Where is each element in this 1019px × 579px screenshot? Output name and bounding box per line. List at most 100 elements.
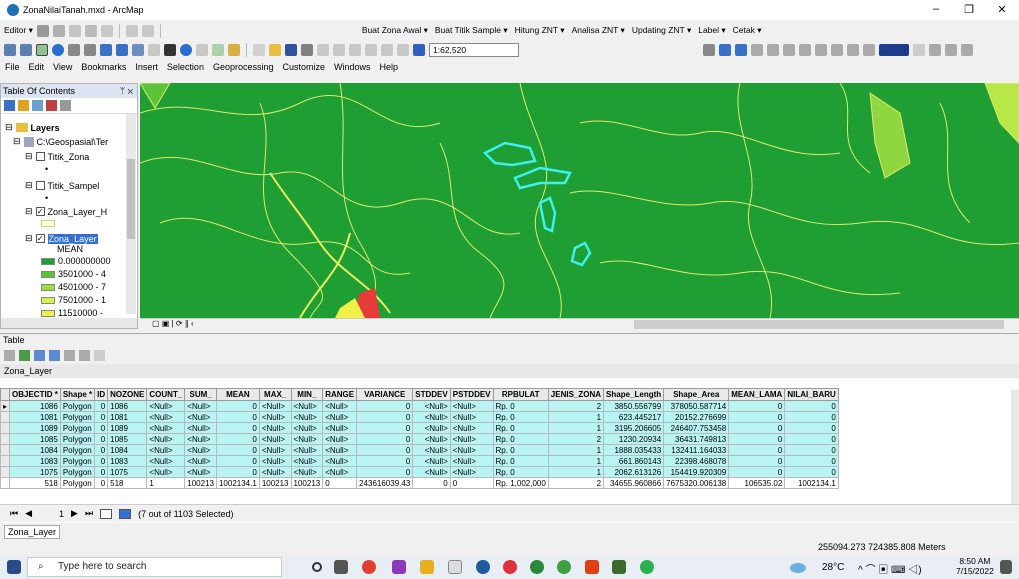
toc-layer-titik-zona[interactable]: ⊟ Titik_Zona <box>25 151 89 162</box>
table-cell[interactable]: <Null> <box>449 444 494 456</box>
table-cell[interactable]: 1084 <box>107 444 148 456</box>
column-header[interactable]: PSTDDEV <box>449 388 494 401</box>
rotate-tool-icon[interactable] <box>100 24 113 37</box>
collapse-icon[interactable]: ⊟ <box>25 151 33 162</box>
color-dropdown-icon[interactable] <box>913 43 925 56</box>
table-cell[interactable]: 0 <box>215 455 260 467</box>
table-cell[interactable]: 0 <box>215 400 260 412</box>
catalog-icon[interactable] <box>751 43 763 56</box>
scrollbar-thumb[interactable] <box>127 159 135 239</box>
fill-color-icon[interactable] <box>879 43 909 56</box>
table-cell[interactable]: Polygon <box>59 466 96 478</box>
table-cell[interactable]: <Null> <box>146 466 186 478</box>
undo-icon[interactable] <box>381 43 393 56</box>
split-tool-icon[interactable] <box>84 24 97 37</box>
toc-layers[interactable]: ⊟ Layers <box>5 122 60 133</box>
toc-vertical-scrollbar[interactable] <box>126 114 136 314</box>
table-cell[interactable]: 661.860143 <box>603 455 665 467</box>
file-explorer-icon[interactable] <box>420 560 434 574</box>
table-cell[interactable]: Rp. 0 <box>492 433 549 445</box>
table-vertical-scrollbar[interactable] <box>1011 390 1019 505</box>
save-icon[interactable] <box>285 43 297 56</box>
row-selector[interactable]: ▸ <box>0 400 11 412</box>
table-cell[interactable]: 1089 <box>9 422 61 434</box>
table-cell[interactable]: 0 <box>784 466 839 478</box>
table-cell[interactable]: <Null> <box>184 411 217 423</box>
column-header[interactable]: Shape_Length <box>603 388 665 401</box>
table-cell[interactable]: 1230.20934 <box>603 433 665 445</box>
close-button[interactable]: ✕ <box>992 3 1012 16</box>
table-cell[interactable]: 0 <box>728 422 786 434</box>
copy-icon[interactable] <box>333 43 345 56</box>
editor-menu[interactable]: Editor ▾ <box>4 25 33 36</box>
column-header[interactable]: SUM_ <box>184 388 217 401</box>
zoom-in-icon[interactable] <box>4 43 16 56</box>
table-cell[interactable]: 0 <box>356 400 414 412</box>
table-cell[interactable]: 2062.613126 <box>603 466 665 478</box>
table-cell[interactable]: Rp. 0 <box>492 466 549 478</box>
table-cell[interactable]: 1089 <box>107 422 148 434</box>
toc-horizontal-scrollbar[interactable] <box>1 318 137 328</box>
search-window-icon[interactable] <box>767 43 779 56</box>
table-cell[interactable]: 0 <box>784 411 839 423</box>
table-cell[interactable]: 22398.468078 <box>663 455 730 467</box>
measure-icon[interactable] <box>212 43 224 56</box>
table-cell[interactable]: 1075 <box>107 466 148 478</box>
cortana-icon[interactable] <box>312 562 322 572</box>
clock[interactable]: 8:50 AM 7/15/2022 <box>956 556 994 576</box>
table-cell[interactable]: <Null> <box>412 466 451 478</box>
fixed-zoom-in-icon[interactable] <box>68 43 80 56</box>
table-cell[interactable]: <Null> <box>146 411 186 423</box>
table-tab[interactable]: Zona_Layer <box>4 525 61 539</box>
layer-checkbox[interactable] <box>35 152 45 161</box>
editor-toolbar-icon[interactable] <box>719 43 731 56</box>
row-selector[interactable] <box>0 444 11 456</box>
table-cell[interactable]: Polygon <box>59 411 96 423</box>
trace-tool-icon[interactable] <box>68 24 81 37</box>
column-header[interactable]: OBJECTID * <box>9 388 61 401</box>
table-cell[interactable]: 1084 <box>9 444 61 456</box>
table-cell[interactable]: <Null> <box>184 466 217 478</box>
collapse-icon[interactable]: ⊟ <box>5 122 13 133</box>
hitung-znt-menu[interactable]: Hitung ZNT ▾ <box>515 25 565 36</box>
toc-layer-zona-layer-h[interactable]: ⊟ ✓ Zona_Layer_H <box>25 206 107 217</box>
attributes-icon[interactable] <box>125 24 138 37</box>
task-view-icon[interactable] <box>334 560 348 574</box>
table-cell[interactable]: <Null> <box>184 444 217 456</box>
table-cell[interactable]: Polygon <box>59 477 96 489</box>
collapse-icon[interactable]: ⊟ <box>25 233 33 244</box>
find-icon[interactable] <box>196 43 208 56</box>
options-icon[interactable] <box>60 100 71 111</box>
sketch-properties-icon[interactable] <box>141 24 154 37</box>
table-cell[interactable]: 0 <box>356 455 414 467</box>
table-cell[interactable]: Rp. 0 <box>492 411 549 423</box>
table-cell[interactable]: 0 <box>784 400 839 412</box>
table-cell[interactable]: <Null> <box>412 422 451 434</box>
windows-start-icon[interactable] <box>7 560 21 574</box>
table-cell[interactable]: 0 <box>94 444 109 456</box>
table-cell[interactable]: 0 <box>356 466 414 478</box>
column-header[interactable]: Shape_Area <box>663 388 730 401</box>
table-row[interactable]: ▸ 1086 Polygon 0 1086 <Null> <Null> 0 <Null> <Nul… <box>0 400 839 412</box>
zoom-out-icon[interactable] <box>20 43 32 56</box>
switch-selection-icon[interactable] <box>49 350 60 361</box>
table-cell[interactable]: 0 <box>728 466 786 478</box>
table-cell[interactable]: <Null> <box>184 422 217 434</box>
menu-view[interactable]: View <box>53 62 72 72</box>
select-features-icon[interactable] <box>132 43 144 56</box>
row-selector[interactable] <box>0 433 11 445</box>
column-header[interactable]: VARIANCE <box>356 388 414 401</box>
table-cell[interactable]: Rp. 0 <box>492 422 549 434</box>
collapse-icon[interactable]: ⊟ <box>25 180 33 191</box>
arctoolbox-icon[interactable] <box>783 43 795 56</box>
first-record-button[interactable]: ⏮ <box>10 508 18 519</box>
table-cell[interactable]: <Null> <box>290 433 324 445</box>
toc-pin-close[interactable]: ᛘ ✕ <box>120 84 133 98</box>
table-cell[interactable]: <Null> <box>258 433 292 445</box>
table-cell[interactable]: Polygon <box>59 455 96 467</box>
row-selector[interactable] <box>0 411 11 423</box>
list-by-source-icon[interactable] <box>18 100 29 111</box>
buat-titik-sample-menu[interactable]: Buat Titik Sample ▾ <box>435 25 508 36</box>
table-cell[interactable]: <Null> <box>258 444 292 456</box>
table-cell[interactable]: 0 <box>215 433 260 445</box>
